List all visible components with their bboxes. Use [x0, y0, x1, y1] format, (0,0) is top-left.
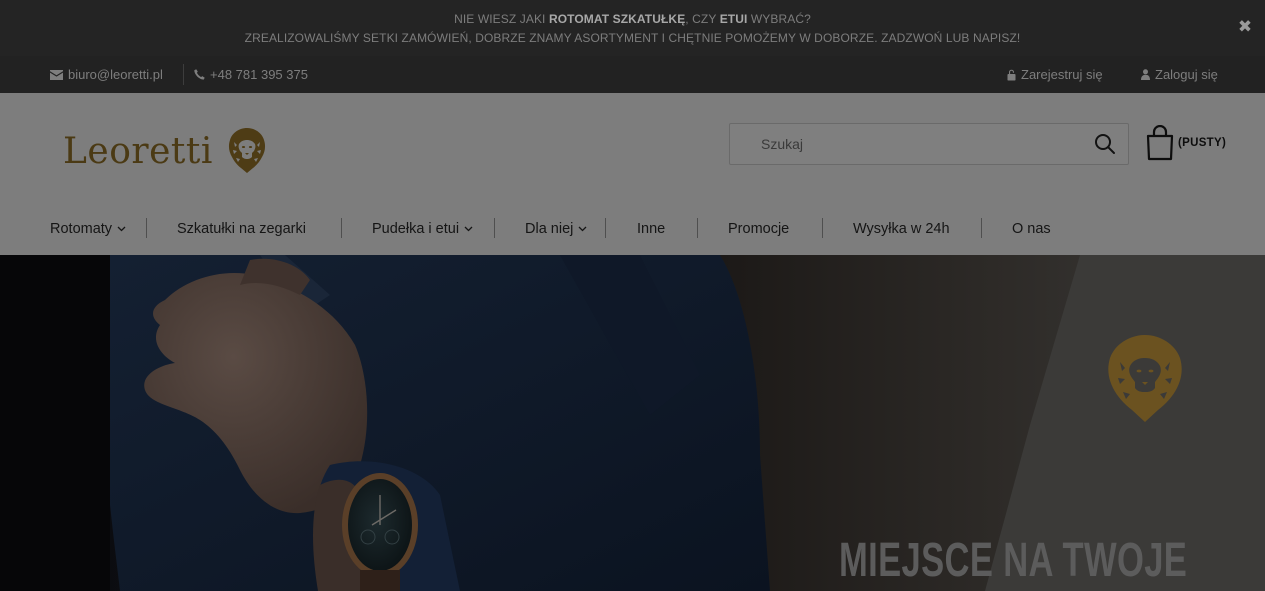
search-input[interactable]: [730, 124, 1080, 164]
phone-icon: [194, 69, 205, 80]
register-link[interactable]: Zarejestruj się: [1007, 67, 1103, 82]
email-link[interactable]: biuro@leoretti.pl: [50, 67, 163, 82]
announcement-line-2: ZREALIZOWALIŚMY SETKI ZAMÓWIEŃ, DOBRZE Z…: [244, 31, 1021, 45]
search-icon[interactable]: [1094, 133, 1116, 155]
nav-label: Szkatułki na zegarki: [177, 221, 306, 237]
nav-label: Rotomaty: [50, 221, 113, 237]
nav-item-promocje[interactable]: Promocje: [728, 215, 789, 243]
phone-text: +48 781 395 375: [210, 67, 308, 82]
logo-wordmark: Leoretti: [63, 130, 213, 172]
phone-link[interactable]: +48 781 395 375: [194, 67, 308, 82]
lock-icon: [1007, 69, 1016, 80]
chevron-down-icon: [117, 226, 126, 232]
lion-logo-icon: [228, 128, 265, 173]
nav-divider: [605, 218, 606, 238]
nav-divider: [822, 218, 823, 238]
chevron-down-icon: [578, 226, 587, 232]
divider: [183, 64, 184, 85]
nav-item-rotomaty[interactable]: Rotomaty: [50, 215, 126, 243]
search-box: [729, 123, 1129, 165]
announcement-highlight-rotomat: ROTOMAT SZKATUŁKĘ: [548, 12, 686, 26]
logo-link[interactable]: Leoretti: [63, 128, 269, 174]
nav-item-wysylka[interactable]: Wysyłka w 24h: [853, 215, 950, 243]
nav-divider: [494, 218, 495, 238]
nav-label: Promocje: [728, 221, 790, 237]
nav-item-inne[interactable]: Inne: [637, 215, 665, 243]
nav-label: Dla niej: [525, 221, 574, 237]
nav-divider: [146, 218, 147, 238]
nav-label: O nas: [1012, 221, 1051, 237]
nav-item-dla-niej[interactable]: Dla niej: [525, 215, 587, 243]
nav-divider: [981, 218, 982, 238]
close-icon[interactable]: ✖: [1237, 18, 1253, 35]
main-navigation: Rotomaty Szkatułki na zegarki Pudełka i …: [0, 215, 1265, 255]
site-header: Leoretti (PUSTY) Rotomaty: [0, 93, 1265, 255]
nav-divider: [341, 218, 342, 238]
chevron-down-icon: [464, 226, 473, 232]
announcement-highlight-etui: ETUI: [719, 12, 748, 26]
nav-item-szkatulki[interactable]: Szkatułki na zegarki: [177, 215, 306, 243]
nav-label: Inne: [637, 221, 666, 237]
hero-heading: MIEJSCE NA TWOJE: [839, 534, 1188, 587]
announcement-text: , CZY: [685, 12, 720, 26]
login-text: Zaloguj się: [1155, 67, 1218, 82]
announcement-line-1: NIE WIESZ JAKI ROTOMAT SZKATUŁKĘ, CZY ET…: [0, 10, 1265, 29]
announcement-text: WYBRAĆ?: [747, 12, 811, 26]
cart-button[interactable]: (PUSTY): [1146, 125, 1226, 161]
nav-divider: [697, 218, 698, 238]
hero-banner[interactable]: MIEJSCE NA TWOJE: [0, 255, 1265, 591]
nav-label: Wysyłka w 24h: [853, 221, 950, 237]
user-icon: [1141, 69, 1150, 80]
nav-label: Pudełka i etui: [372, 221, 460, 237]
contact-bar: biuro@leoretti.pl +48 781 395 375 Zareje…: [0, 56, 1265, 93]
nav-item-o-nas[interactable]: O nas: [1012, 215, 1051, 243]
announcement-text: NIE WIESZ JAKI: [454, 12, 549, 26]
register-text: Zarejestruj się: [1021, 67, 1103, 82]
envelope-icon: [50, 69, 63, 80]
cart-status: (PUSTY): [1178, 137, 1227, 149]
login-link[interactable]: Zaloguj się: [1141, 67, 1218, 82]
announcement-bar: NIE WIESZ JAKI ROTOMAT SZKATUŁKĘ, CZY ET…: [0, 0, 1265, 56]
nav-item-pudelka[interactable]: Pudełka i etui: [372, 215, 473, 243]
email-text: biuro@leoretti.pl: [68, 67, 163, 82]
shopping-bag-icon: [1146, 125, 1174, 161]
